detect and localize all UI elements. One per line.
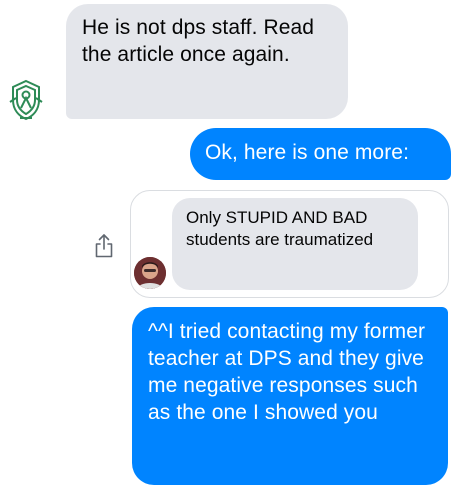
share-button[interactable] — [93, 233, 115, 259]
sender-avatar[interactable] — [134, 257, 166, 289]
message-thread: He is not dps staff. Read the article on… — [0, 0, 475, 485]
message-text: ^^I tried contacting my former teacher a… — [148, 320, 426, 424]
outgoing-message-bubble[interactable]: ^^I tried contacting my former teacher a… — [132, 307, 448, 485]
outgoing-message-bubble[interactable]: Ok, here is one more: — [190, 128, 451, 180]
incoming-message-bubble[interactable]: He is not dps staff. Read the article on… — [66, 4, 348, 119]
profile-photo-icon — [134, 257, 166, 289]
crest-logo-icon — [9, 79, 43, 121]
share-icon — [95, 234, 113, 258]
message-text: He is not dps staff. Read the article on… — [82, 16, 315, 66]
page-logo-avatar[interactable] — [8, 78, 44, 122]
message-text: Ok, here is one more: — [205, 141, 410, 164]
quoted-message-bubble[interactable]: Only STUPID AND BAD students are traumat… — [172, 198, 418, 290]
quoted-message-text: Only STUPID AND BAD students are traumat… — [186, 208, 374, 249]
